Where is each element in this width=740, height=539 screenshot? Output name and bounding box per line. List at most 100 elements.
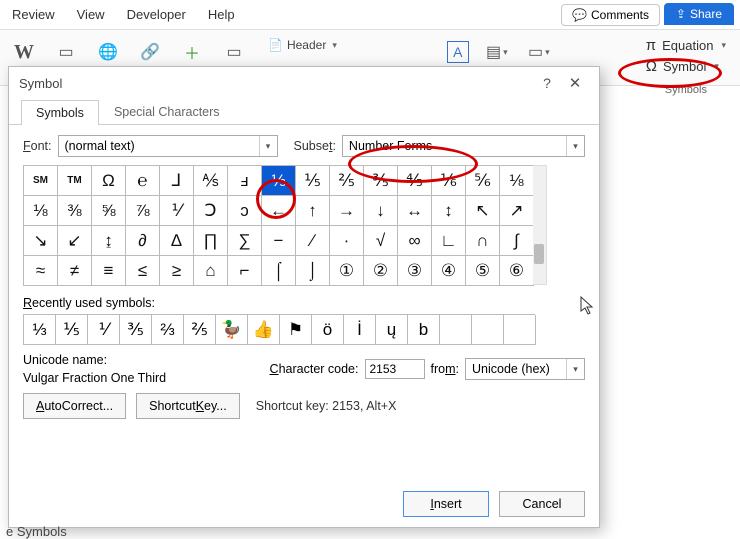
symbol-cell[interactable]: ④ — [432, 256, 466, 286]
scrollbar[interactable] — [533, 165, 547, 285]
font-dropdown[interactable]: (normal text) ▾ — [58, 135, 278, 157]
symbol-cell[interactable]: ① — [330, 256, 364, 286]
autocorrect-button[interactable]: AutoCorrect... — [23, 393, 126, 419]
comment-ribbon-icon[interactable]: ▭ — [220, 38, 248, 66]
symbol-cell[interactable]: ≡ — [92, 256, 126, 286]
tab-symbols[interactable]: Symbols — [21, 100, 99, 125]
symbol-cell[interactable]: ⅖ — [330, 166, 364, 196]
equation-dropdown[interactable]: π Equation ▾ — [642, 36, 730, 55]
cancel-button[interactable]: Cancel — [499, 491, 585, 517]
recent-cell[interactable]: b — [408, 315, 440, 345]
charcode-input[interactable] — [365, 359, 425, 379]
globe-icon[interactable]: 🌐 — [94, 38, 122, 66]
shortcutkey-button[interactable]: Shortcut Key... — [136, 393, 240, 419]
symbol-cell[interactable]: ⅙ — [432, 166, 466, 196]
symbol-cell[interactable]: ③ — [398, 256, 432, 286]
comments-button[interactable]: 💬 Comments — [561, 4, 660, 26]
symbol-dropdown[interactable]: Ω Symbol ▾ — [642, 57, 723, 76]
recent-cell[interactable]: ⅕ — [56, 315, 88, 345]
symbol-cell[interactable]: ⅝ — [92, 196, 126, 226]
recent-cell[interactable]: 👍 — [248, 315, 280, 345]
symbol-cell[interactable]: SM — [24, 166, 58, 196]
symbol-cell[interactable]: ⑥ — [500, 256, 534, 286]
symbol-cell[interactable]: ∕ — [296, 226, 330, 256]
symbol-cell[interactable]: ⅓ — [262, 166, 296, 196]
recent-cell[interactable] — [472, 315, 504, 345]
symbol-cell[interactable]: ⅍ — [194, 166, 228, 196]
recent-cell[interactable]: 🦆 — [216, 315, 248, 345]
symbol-cell[interactable]: ↔ — [398, 196, 432, 226]
wikipedia-icon[interactable]: W — [10, 38, 38, 66]
symbol-cell[interactable]: ∞ — [398, 226, 432, 256]
symbol-cell[interactable]: ↑ — [296, 196, 330, 226]
textbox-icon[interactable]: A — [447, 41, 469, 63]
add-icon[interactable]: ＋ — [178, 38, 206, 66]
symbol-cell[interactable]: ∙ — [330, 226, 364, 256]
tab-special-characters[interactable]: Special Characters — [99, 99, 235, 124]
symbol-cell[interactable]: ⌡ — [296, 256, 330, 286]
symbol-cell[interactable]: ≈ — [24, 256, 58, 286]
scroll-thumb[interactable] — [534, 244, 544, 264]
symbol-cell[interactable]: ∏ — [194, 226, 228, 256]
symbol-cell[interactable]: ⅞ — [126, 196, 160, 226]
symbol-cell[interactable]: ↕ — [432, 196, 466, 226]
symbol-cell[interactable]: ⌠ — [262, 256, 296, 286]
symbol-cell[interactable]: ∂ — [126, 226, 160, 256]
recent-cell[interactable]: ⚑ — [280, 315, 312, 345]
symbol-cell[interactable]: ⅛ — [500, 166, 534, 196]
symbol-cell[interactable]: ⅚ — [466, 166, 500, 196]
symbol-cell[interactable]: ↨ — [92, 226, 126, 256]
quickparts-icon[interactable]: ▤▾ — [483, 38, 511, 66]
symbol-grid[interactable]: SMTMΩ℮⅃⅍ⅎ⅓⅕⅖⅗⅘⅙⅚⅛⅛⅜⅝⅞⅟Ↄↄ←↑→↓↔↕↖↗↘↙↨∂∆∏∑−… — [23, 165, 535, 286]
subset-dropdown[interactable]: Number Forms ▾ — [342, 135, 585, 157]
symbol-cell[interactable]: ≤ — [126, 256, 160, 286]
symbol-cell[interactable]: ⅃ — [160, 166, 194, 196]
symbol-cell[interactable]: ← — [262, 196, 296, 226]
symbol-cell[interactable]: ∑ — [228, 226, 262, 256]
symbol-cell[interactable]: ↙ — [58, 226, 92, 256]
from-dropdown[interactable]: Unicode (hex) ▾ — [465, 358, 585, 380]
recent-cell[interactable]: İ — [344, 315, 376, 345]
share-button[interactable]: ⇪ Share — [664, 3, 734, 25]
symbol-cell[interactable]: ⌂ — [194, 256, 228, 286]
symbol-cell[interactable]: ⅘ — [398, 166, 432, 196]
recent-cell[interactable]: ö — [312, 315, 344, 345]
dropcap-icon[interactable]: ▭▾ — [525, 38, 553, 66]
symbol-cell[interactable]: ⅜ — [58, 196, 92, 226]
symbol-cell[interactable]: TM — [58, 166, 92, 196]
symbol-cell[interactable]: ⅗ — [364, 166, 398, 196]
insert-button[interactable]: Insert — [403, 491, 489, 517]
recent-cell[interactable]: ų — [376, 315, 408, 345]
symbol-cell[interactable]: − — [262, 226, 296, 256]
symbol-cell[interactable]: ≥ — [160, 256, 194, 286]
symbol-cell[interactable]: → — [330, 196, 364, 226]
symbol-cell[interactable]: ∆ — [160, 226, 194, 256]
recent-cell[interactable]: ⅟ — [88, 315, 120, 345]
menu-view[interactable]: View — [77, 7, 105, 22]
symbol-cell[interactable]: √ — [364, 226, 398, 256]
symbol-cell[interactable]: ≠ — [58, 256, 92, 286]
symbol-cell[interactable]: ↗ — [500, 196, 534, 226]
symbol-cell[interactable]: ↖ — [466, 196, 500, 226]
symbol-cell[interactable]: ⅟ — [160, 196, 194, 226]
recent-cell[interactable]: ⅖ — [184, 315, 216, 345]
menu-help[interactable]: Help — [208, 7, 235, 22]
symbol-cell[interactable]: ⅛ — [24, 196, 58, 226]
recent-cell[interactable]: ⅗ — [120, 315, 152, 345]
symbol-cell[interactable]: ② — [364, 256, 398, 286]
menu-review[interactable]: Review — [12, 7, 55, 22]
recent-cell[interactable]: ⅔ — [152, 315, 184, 345]
symbol-cell[interactable]: ⅕ — [296, 166, 330, 196]
header-dropdown[interactable]: 📄 Header ▾ — [268, 38, 337, 52]
recent-grid[interactable]: ⅓⅕⅟⅗⅔⅖🦆👍⚑öİųb — [23, 314, 535, 345]
symbol-cell[interactable]: Ↄ — [194, 196, 228, 226]
symbol-cell[interactable]: ↘ — [24, 226, 58, 256]
video-icon[interactable]: ▭ — [52, 38, 80, 66]
symbol-cell[interactable]: ↄ — [228, 196, 262, 226]
close-button[interactable]: ✕ — [561, 74, 589, 92]
symbol-cell[interactable]: ↓ — [364, 196, 398, 226]
symbol-cell[interactable]: ⅎ — [228, 166, 262, 196]
recent-cell[interactable] — [440, 315, 472, 345]
symbol-cell[interactable]: ℮ — [126, 166, 160, 196]
link-icon[interactable]: 🔗 — [136, 38, 164, 66]
